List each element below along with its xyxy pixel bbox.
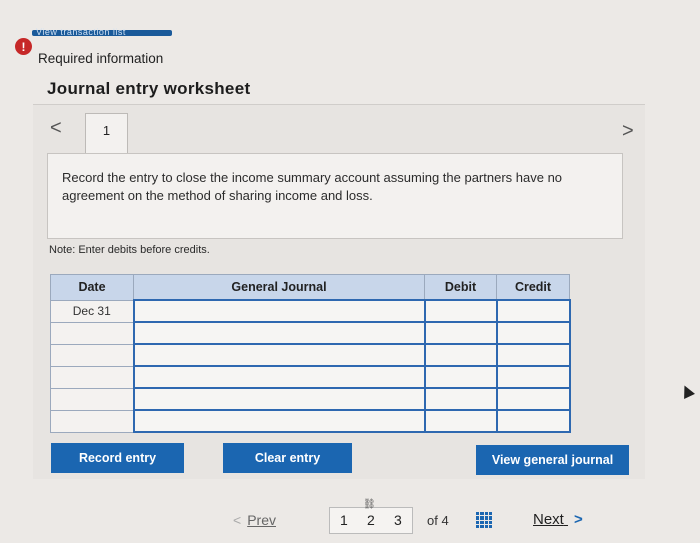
credit-input[interactable] bbox=[495, 321, 571, 345]
page-number-1[interactable]: 1 bbox=[340, 512, 348, 528]
debit-input[interactable] bbox=[423, 343, 498, 367]
date-cell[interactable] bbox=[50, 365, 134, 389]
date-cell[interactable]: Dec 31 bbox=[50, 299, 134, 323]
table-row bbox=[50, 409, 571, 433]
required-information-label: Required information bbox=[38, 51, 164, 66]
header-credit: Credit bbox=[496, 274, 570, 301]
table-row bbox=[50, 365, 571, 389]
table-row bbox=[50, 343, 571, 367]
page-count: of 4 bbox=[427, 513, 449, 528]
page-number-3[interactable]: 3 bbox=[394, 512, 402, 528]
header-debit: Debit bbox=[424, 274, 497, 301]
account-input[interactable] bbox=[132, 343, 426, 367]
credit-input[interactable] bbox=[495, 409, 571, 433]
account-input[interactable] bbox=[132, 299, 426, 323]
tab-entry-1[interactable]: 1 bbox=[85, 113, 128, 153]
date-cell[interactable] bbox=[50, 321, 134, 345]
table-row: Dec 31 bbox=[50, 299, 571, 323]
header-general-journal: General Journal bbox=[133, 274, 425, 301]
chevron-left-icon: < bbox=[233, 512, 242, 528]
date-cell[interactable] bbox=[50, 409, 134, 433]
prev-page-link[interactable]: < Prev bbox=[233, 512, 276, 528]
record-entry-button[interactable]: Record entry bbox=[51, 443, 184, 473]
instruction-text: Record the entry to close the income sum… bbox=[47, 153, 623, 239]
note-text: Note: Enter debits before credits. bbox=[49, 244, 210, 256]
debit-input[interactable] bbox=[423, 409, 498, 433]
prev-label: Prev bbox=[247, 512, 276, 528]
mouse-cursor-icon bbox=[679, 383, 695, 399]
view-transaction-list-link[interactable]: View transaction list bbox=[36, 27, 166, 37]
page-number-2[interactable]: 2 bbox=[367, 512, 375, 528]
date-cell[interactable] bbox=[50, 343, 134, 367]
table-row bbox=[50, 387, 571, 411]
next-entry-chevron-icon[interactable]: > bbox=[622, 120, 634, 143]
grid-view-icon[interactable] bbox=[476, 512, 492, 528]
credit-input[interactable] bbox=[495, 343, 571, 367]
page-title: Journal entry worksheet bbox=[47, 79, 251, 98]
account-input[interactable] bbox=[132, 321, 426, 345]
credit-input[interactable] bbox=[495, 299, 571, 323]
alert-icon: ! bbox=[15, 38, 32, 55]
clear-entry-button[interactable]: Clear entry bbox=[223, 443, 352, 473]
credit-input[interactable] bbox=[495, 365, 571, 389]
debit-input[interactable] bbox=[423, 321, 498, 345]
view-general-journal-button[interactable]: View general journal bbox=[476, 445, 629, 475]
debit-input[interactable] bbox=[423, 365, 498, 389]
debit-input[interactable] bbox=[423, 299, 498, 323]
header-date: Date bbox=[50, 274, 134, 301]
debit-input[interactable] bbox=[423, 387, 498, 411]
link-icon: ⛓ bbox=[363, 499, 376, 510]
chevron-right-icon: > bbox=[574, 511, 583, 528]
journal-header-row: Date General Journal Debit Credit bbox=[50, 274, 570, 301]
account-input[interactable] bbox=[132, 365, 426, 389]
next-label: Next bbox=[533, 511, 564, 528]
account-input[interactable] bbox=[132, 387, 426, 411]
journal-table: Date General Journal Debit Credit Dec 31 bbox=[50, 274, 571, 433]
account-input[interactable] bbox=[132, 409, 426, 433]
prev-entry-chevron-icon[interactable]: < bbox=[50, 117, 62, 140]
date-cell[interactable] bbox=[50, 387, 134, 411]
credit-input[interactable] bbox=[495, 387, 571, 411]
table-row bbox=[50, 321, 571, 345]
next-page-link[interactable]: Next > bbox=[533, 511, 583, 528]
